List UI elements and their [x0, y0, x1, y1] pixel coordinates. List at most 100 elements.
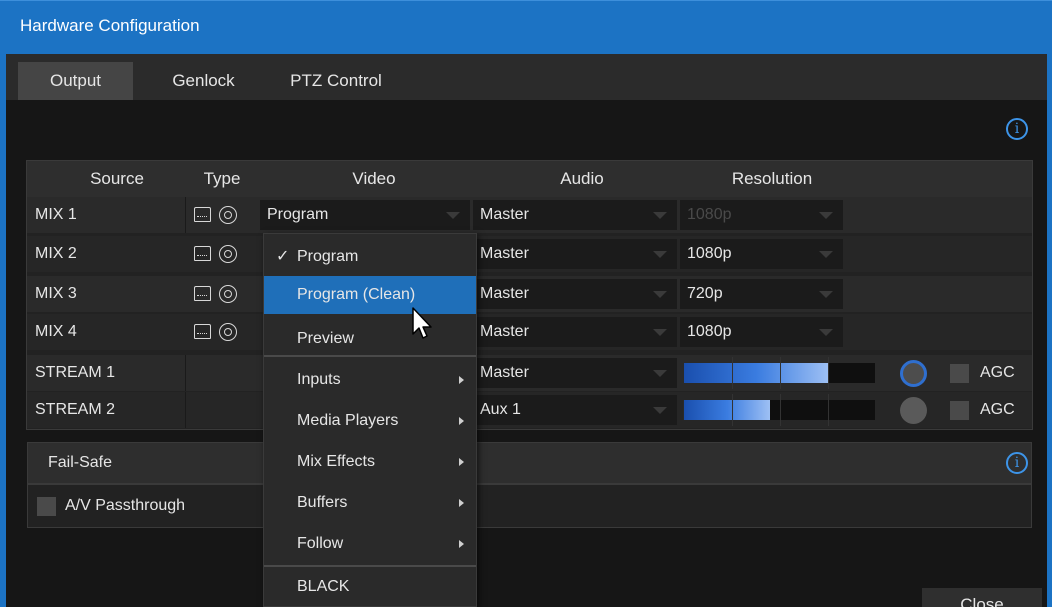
- audio-value: Master: [480, 323, 529, 340]
- network-icon: [194, 286, 211, 301]
- submenu-arrow-icon: [459, 540, 464, 548]
- failsafe-header: [27, 442, 1032, 484]
- chevron-down-icon: [653, 251, 667, 258]
- menu-item-mix-effects[interactable]: Mix Effects: [264, 443, 476, 481]
- header-source: Source: [90, 169, 144, 188]
- menu-item-label: Buffers: [297, 494, 348, 511]
- meter-fill: [684, 400, 770, 420]
- table-row: STREAM 1 Master AGC: [27, 355, 1032, 391]
- header-resolution: Resolution: [731, 169, 813, 188]
- meter-fill: [684, 363, 830, 383]
- chevron-down-icon: [446, 212, 460, 219]
- mouse-cursor-icon: [412, 307, 432, 339]
- menu-item-label: Media Players: [297, 412, 399, 429]
- audio-level-meter[interactable]: [683, 357, 875, 389]
- menu-item-label: BLACK: [297, 578, 350, 595]
- table-row: STREAM 2 Aux 1 AGC: [27, 392, 1032, 428]
- disc-icon: [219, 206, 237, 224]
- table-row: MIX 4 Master 1080p: [27, 314, 1032, 350]
- chevron-down-icon: [653, 291, 667, 298]
- audio-value: Master: [480, 285, 529, 302]
- network-icon: [194, 324, 211, 339]
- window-title: Hardware Configuration: [20, 16, 200, 35]
- tab-genlock[interactable]: Genlock: [146, 62, 261, 100]
- disc-icon: [219, 323, 237, 341]
- submenu-arrow-icon: [459, 458, 464, 466]
- agc-label: AGC: [980, 401, 1015, 418]
- video-dropdown[interactable]: Program: [260, 200, 470, 230]
- resolution-dropdown[interactable]: 1080p: [680, 200, 843, 230]
- disc-icon: [219, 285, 237, 303]
- chevron-down-icon: [653, 370, 667, 377]
- chevron-down-icon: [819, 291, 833, 298]
- menu-item-label: Program (Clean): [297, 286, 416, 303]
- menu-item-preview[interactable]: Preview: [264, 320, 476, 358]
- audio-dropdown[interactable]: Master: [473, 239, 677, 269]
- tab-ptz-control[interactable]: PTZ Control: [271, 62, 401, 100]
- menu-item-label: Mix Effects: [297, 453, 375, 470]
- tab-output[interactable]: Output: [18, 62, 133, 100]
- resolution-value: 720p: [687, 285, 723, 302]
- info-icon[interactable]: i: [1006, 452, 1028, 474]
- resolution-dropdown[interactable]: 1080p: [680, 317, 843, 347]
- menu-item-black[interactable]: BLACK: [264, 568, 476, 606]
- chevron-down-icon: [819, 251, 833, 258]
- failsafe-title: Fail-Safe: [48, 454, 113, 471]
- agc-label: AGC: [980, 364, 1015, 381]
- checkmark-icon: ✓: [276, 248, 290, 265]
- menu-item-buffers[interactable]: Buffers: [264, 484, 476, 522]
- window-frame-right: [1047, 54, 1052, 607]
- audio-dropdown[interactable]: Master: [473, 279, 677, 309]
- resolution-dropdown[interactable]: 1080p: [680, 239, 843, 269]
- audio-dropdown[interactable]: Master: [473, 200, 677, 230]
- resolution-value: 1080p: [687, 206, 732, 223]
- disc-icon: [219, 245, 237, 263]
- header-type: Type: [203, 169, 241, 188]
- submenu-arrow-icon: [459, 376, 464, 384]
- passthrough-checkbox[interactable]: [37, 497, 56, 516]
- audio-dropdown[interactable]: Aux 1: [473, 395, 677, 425]
- audio-dropdown[interactable]: Master: [473, 317, 677, 347]
- source-label: MIX 1: [35, 206, 77, 223]
- table-row: MIX 3 Master 720p: [27, 276, 1032, 312]
- tab-bar: Output Genlock PTZ Control: [6, 54, 1047, 100]
- passthrough-label: A/V Passthrough: [65, 497, 186, 514]
- source-label: MIX 4: [35, 323, 77, 340]
- audio-dropdown[interactable]: Master: [473, 358, 677, 388]
- menu-item-program[interactable]: ✓ Program: [264, 238, 476, 276]
- resolution-value: 1080p: [687, 245, 732, 262]
- agc-checkbox[interactable]: [950, 364, 969, 383]
- chevron-down-icon: [819, 212, 833, 219]
- type-icons: [194, 285, 246, 303]
- audio-value: Master: [480, 364, 529, 381]
- menu-item-follow[interactable]: Follow: [264, 525, 476, 563]
- network-icon: [194, 246, 211, 261]
- close-button-label: Close: [960, 595, 1004, 607]
- network-icon: [194, 207, 211, 222]
- submenu-arrow-icon: [459, 499, 464, 507]
- table-row: MIX 2 Master 1080p: [27, 236, 1032, 272]
- menu-item-label: Follow: [297, 535, 344, 552]
- video-value: Program: [267, 206, 329, 223]
- menu-item-inputs[interactable]: Inputs: [264, 361, 476, 399]
- menu-item-program-clean[interactable]: Program (Clean): [264, 276, 476, 314]
- source-label: MIX 3: [35, 285, 77, 302]
- audio-value: Master: [480, 245, 529, 262]
- source-label: STREAM 1: [35, 364, 116, 381]
- type-icons: [194, 245, 246, 263]
- chevron-down-icon: [653, 329, 667, 336]
- agc-checkbox[interactable]: [950, 401, 969, 420]
- gain-knob[interactable]: [900, 397, 927, 424]
- chevron-down-icon: [653, 407, 667, 414]
- audio-level-meter[interactable]: [683, 394, 875, 426]
- menu-item-media-players[interactable]: Media Players: [264, 402, 476, 440]
- header-audio: Audio: [560, 169, 604, 188]
- gain-knob[interactable]: [900, 360, 927, 387]
- info-icon[interactable]: i: [1006, 118, 1028, 140]
- chevron-down-icon: [819, 329, 833, 336]
- audio-value: Master: [480, 206, 529, 223]
- menu-separator: [264, 565, 476, 567]
- resolution-value: 1080p: [687, 323, 732, 340]
- resolution-dropdown[interactable]: 720p: [680, 279, 843, 309]
- header-video: Video: [352, 169, 396, 188]
